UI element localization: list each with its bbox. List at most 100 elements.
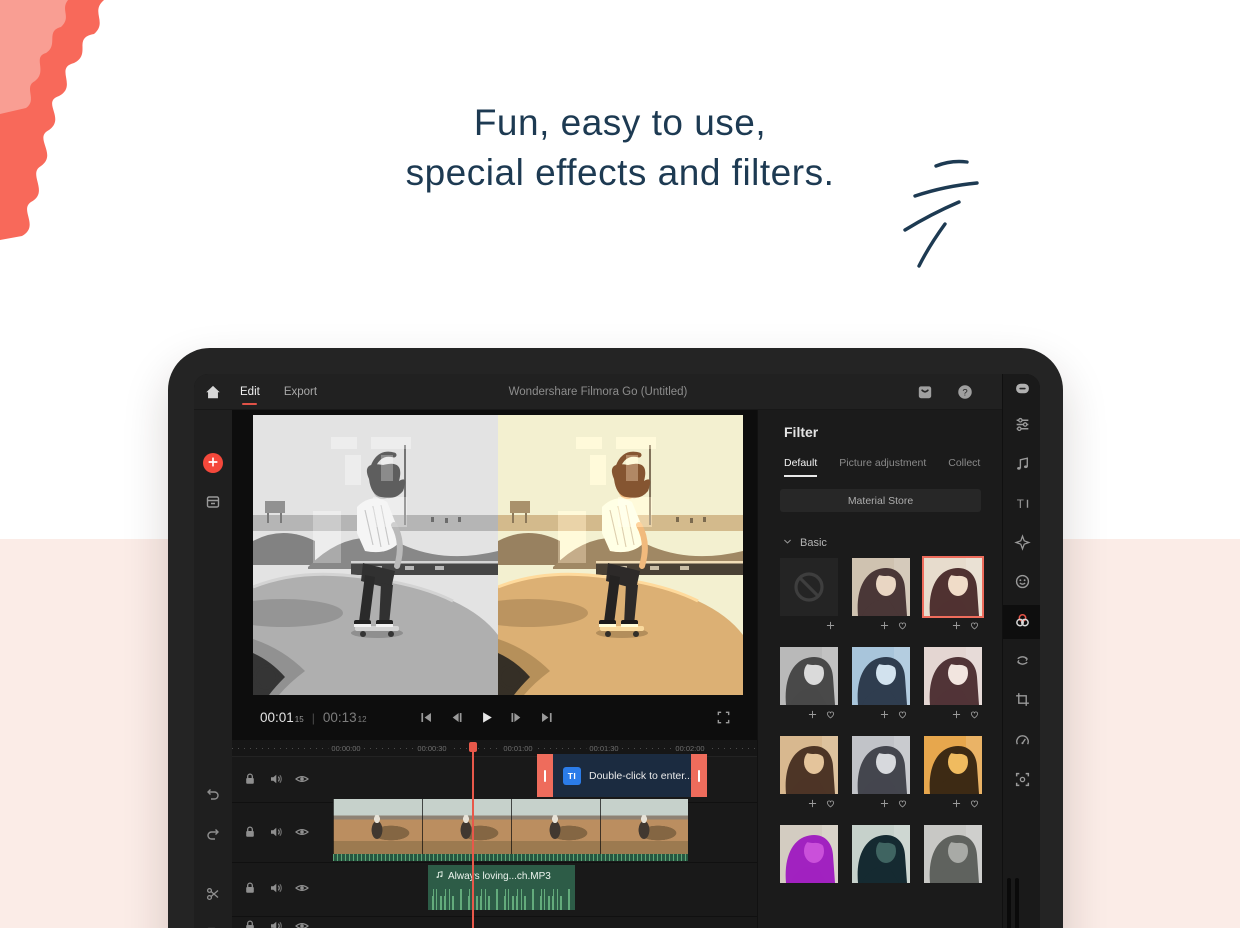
favorite-icon[interactable]: [969, 620, 980, 631]
add-to-timeline-icon[interactable]: [951, 620, 962, 631]
favorite-icon[interactable]: [897, 798, 908, 809]
add-to-timeline-icon[interactable]: [951, 798, 962, 809]
video-preview[interactable]: [253, 415, 743, 695]
add-to-timeline-icon[interactable]: [825, 620, 836, 631]
filter-thumb-4[interactable]: [780, 647, 838, 705]
split-button[interactable]: [205, 886, 221, 902]
track1-visibility-toggle[interactable]: [294, 771, 310, 787]
filter-tab-picture-adjustment[interactable]: Picture adjustment: [839, 457, 926, 477]
track2-lock-toggle[interactable]: [242, 824, 258, 840]
track2-visibility-toggle[interactable]: [294, 824, 310, 840]
redo-button[interactable]: [205, 826, 221, 842]
ruler-label: 00:00:30: [414, 744, 450, 753]
filter-thumb-9[interactable]: [924, 736, 982, 794]
filter-thumb-7[interactable]: [780, 736, 838, 794]
fullscreen-button[interactable]: [716, 710, 731, 725]
skip-start-button[interactable]: [418, 709, 435, 726]
crop-tool-button[interactable]: [1003, 684, 1040, 718]
skip-end-button[interactable]: [538, 709, 555, 726]
plus-icon: [207, 456, 219, 471]
timecode-current: 00:01: [260, 710, 294, 725]
filter-thumb-2[interactable]: [852, 558, 910, 616]
ruler-label: 00:00:00: [328, 744, 364, 753]
filter-cell-8: [852, 736, 910, 810]
add-to-timeline-icon[interactable]: [807, 798, 818, 809]
add-to-timeline-icon[interactable]: [879, 798, 890, 809]
text-clip[interactable]: TI Double-click to enter...: [537, 754, 707, 797]
menu-edit[interactable]: Edit: [238, 382, 262, 405]
crop-icon: [1014, 691, 1031, 711]
basic-section-header[interactable]: Basic: [782, 536, 827, 550]
frame-back-button[interactable]: [448, 709, 465, 726]
favorite-icon[interactable]: [897, 620, 908, 631]
clip-trim-handle-right[interactable]: [691, 754, 707, 797]
adjust-tool-button[interactable]: [1003, 409, 1040, 443]
track2-volume-toggle[interactable]: [268, 824, 284, 840]
sticker-tool-button[interactable]: [1003, 566, 1040, 600]
audio-clip[interactable]: Always loving...ch.MP3: [428, 865, 575, 910]
add-to-timeline-icon[interactable]: [879, 620, 890, 631]
menu-export[interactable]: Export: [282, 382, 319, 402]
filter-cell-7: [780, 736, 838, 810]
filter-tab-default[interactable]: Default: [784, 457, 818, 477]
media-library-button[interactable]: [205, 494, 221, 510]
track4-lock-toggle[interactable]: [242, 918, 258, 928]
filter-tool-button[interactable]: [1003, 605, 1040, 639]
filter-thumb-6[interactable]: [924, 647, 982, 705]
filter-cell-11: [852, 825, 910, 899]
timeline: 00:00:00 00:00:30 00:01:00 00:01:30 00:02:00…: [232, 740, 757, 928]
filter-thumb-8[interactable]: [852, 736, 910, 794]
focus-tool-button[interactable]: [1003, 764, 1040, 798]
svg-text:T: T: [1016, 498, 1023, 511]
material-store-button[interactable]: Material Store: [780, 489, 981, 512]
app-topbar: Edit Export Wondershare Filmora Go (Untit…: [194, 374, 1002, 410]
favorite-icon[interactable]: [969, 798, 980, 809]
track1-lock-toggle[interactable]: [242, 771, 258, 787]
filter-cell-12: [924, 825, 982, 899]
video-clip[interactable]: [333, 799, 688, 861]
frame-forward-button[interactable]: [508, 709, 525, 726]
filter-tab-collect[interactable]: Collect: [948, 457, 980, 477]
left-rail: [194, 410, 232, 928]
filter-thumb-11[interactable]: [852, 825, 910, 883]
store-icon[interactable]: [916, 383, 934, 401]
chevron-down-icon: [782, 536, 793, 550]
filter-thumb-3[interactable]: [922, 556, 984, 618]
filter-cell-6: [924, 647, 982, 721]
favorite-icon[interactable]: [969, 709, 980, 720]
track3-lock-toggle[interactable]: [242, 880, 258, 896]
speed-tool-button[interactable]: [1003, 725, 1040, 759]
music-tool-button[interactable]: [1003, 448, 1040, 482]
effects-tool-button[interactable]: [1003, 527, 1040, 561]
add-media-button[interactable]: [203, 453, 223, 473]
undo-button[interactable]: [205, 786, 221, 802]
filter-thumb-12[interactable]: [924, 825, 982, 883]
favorite-icon[interactable]: [825, 709, 836, 720]
playhead-handle[interactable]: [469, 742, 477, 752]
add-to-timeline-icon[interactable]: [807, 709, 818, 720]
track1-volume-toggle[interactable]: [268, 771, 284, 787]
playhead-line[interactable]: [472, 742, 474, 928]
home-button[interactable]: [194, 383, 232, 401]
music-icon: [1014, 455, 1031, 475]
clip-trim-handle-left[interactable]: [537, 754, 553, 797]
favorite-icon[interactable]: [897, 709, 908, 720]
track4-volume-toggle[interactable]: [268, 918, 284, 928]
feedback-tool-button[interactable]: [1003, 374, 1040, 407]
text-tool-button[interactable]: T: [1003, 488, 1040, 522]
text-clip-label: Double-click to enter...: [589, 769, 691, 782]
scrollbar[interactable]: [1007, 878, 1023, 928]
filter-thumb-1[interactable]: [780, 558, 838, 616]
track3-volume-toggle[interactable]: [268, 880, 284, 896]
favorite-icon[interactable]: [825, 798, 836, 809]
track3-visibility-toggle[interactable]: [294, 880, 310, 896]
play-button[interactable]: [478, 709, 495, 726]
transition-tool-button[interactable]: [1003, 645, 1040, 679]
help-icon[interactable]: ?: [956, 383, 974, 401]
add-to-timeline-icon[interactable]: [879, 709, 890, 720]
add-to-timeline-icon[interactable]: [951, 709, 962, 720]
filter-thumb-actions: [780, 705, 838, 721]
filter-thumb-5[interactable]: [852, 647, 910, 705]
track4-visibility-toggle[interactable]: [294, 918, 310, 928]
filter-thumb-10[interactable]: [780, 825, 838, 883]
